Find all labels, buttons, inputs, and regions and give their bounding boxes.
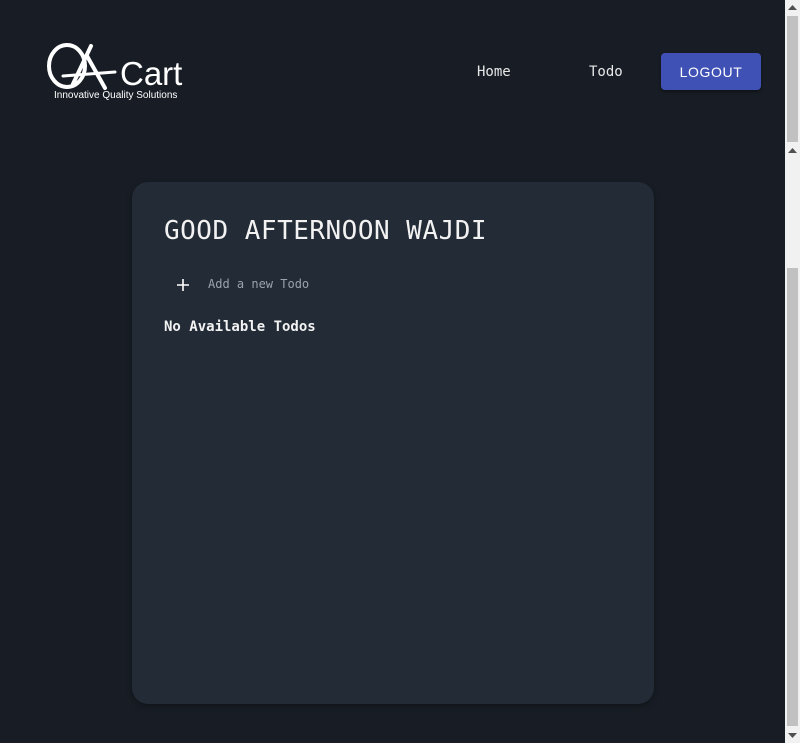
page-scrollbar[interactable] <box>785 0 800 743</box>
add-todo-label: Add a new Todo <box>208 277 310 291</box>
scrollbar-thumb[interactable] <box>787 16 798 142</box>
qacart-logo-graphic: Cart Innovative Quality Solutions <box>47 43 182 101</box>
page: Cart Innovative Quality Solutions Home T… <box>0 0 800 743</box>
add-todo-button[interactable]: Add a new Todo <box>176 272 309 296</box>
logo-tagline: Innovative Quality Solutions <box>54 90 177 101</box>
scroll-up-arrow-icon[interactable] <box>785 143 800 158</box>
greeting-title: GOOD AFTERNOON WAJDI <box>164 216 488 246</box>
svg-text:Cart: Cart <box>120 55 182 92</box>
logout-button[interactable]: LOGOUT <box>661 53 761 90</box>
plus-icon <box>176 277 190 291</box>
nav-home-link[interactable]: Home <box>477 63 511 81</box>
qacart-logo[interactable]: Cart Innovative Quality Solutions <box>47 42 197 104</box>
todo-card: GOOD AFTERNOON WAJDI Add a new Todo No A… <box>132 182 654 704</box>
nav-todo-link[interactable]: Todo <box>589 63 623 81</box>
empty-todos-message: No Available Todos <box>164 319 316 335</box>
scrollbar-thumb[interactable] <box>787 268 798 726</box>
scroll-down-arrow-icon[interactable] <box>785 728 800 743</box>
scroll-up-arrow-icon[interactable] <box>785 0 800 15</box>
